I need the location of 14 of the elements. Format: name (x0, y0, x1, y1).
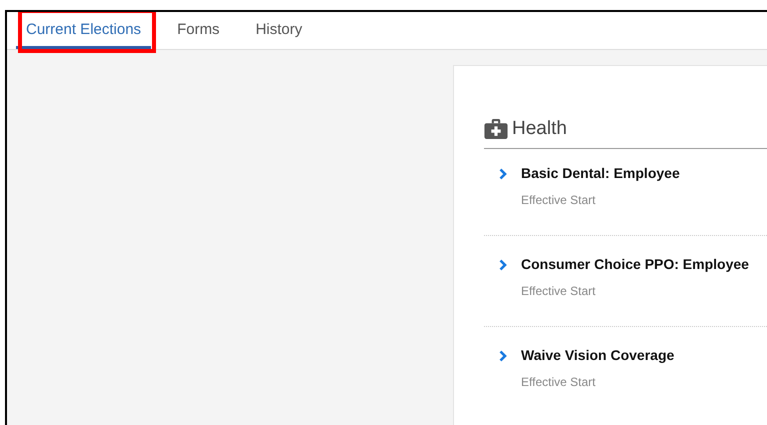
plan-detail: Effective Start (521, 193, 596, 207)
tab[interactable]: Forms (167, 12, 230, 49)
plan-name: Waive Vision Coverage (521, 347, 674, 363)
tab[interactable]: Current Elections (16, 12, 152, 49)
chevron-right-icon[interactable] (499, 259, 507, 271)
plan-name: Basic Dental: Employee (521, 165, 680, 181)
medical-bag-icon (484, 118, 508, 139)
plan-detail: Effective Start (521, 375, 596, 389)
tab[interactable]: History (246, 12, 312, 49)
section-title: Health (512, 119, 567, 139)
plan-name: Consumer Choice PPO: Employee (521, 256, 749, 272)
chevron-right-icon[interactable] (499, 350, 507, 362)
plan-detail: Effective Start (521, 284, 596, 298)
chevron-right-icon[interactable] (499, 168, 507, 180)
